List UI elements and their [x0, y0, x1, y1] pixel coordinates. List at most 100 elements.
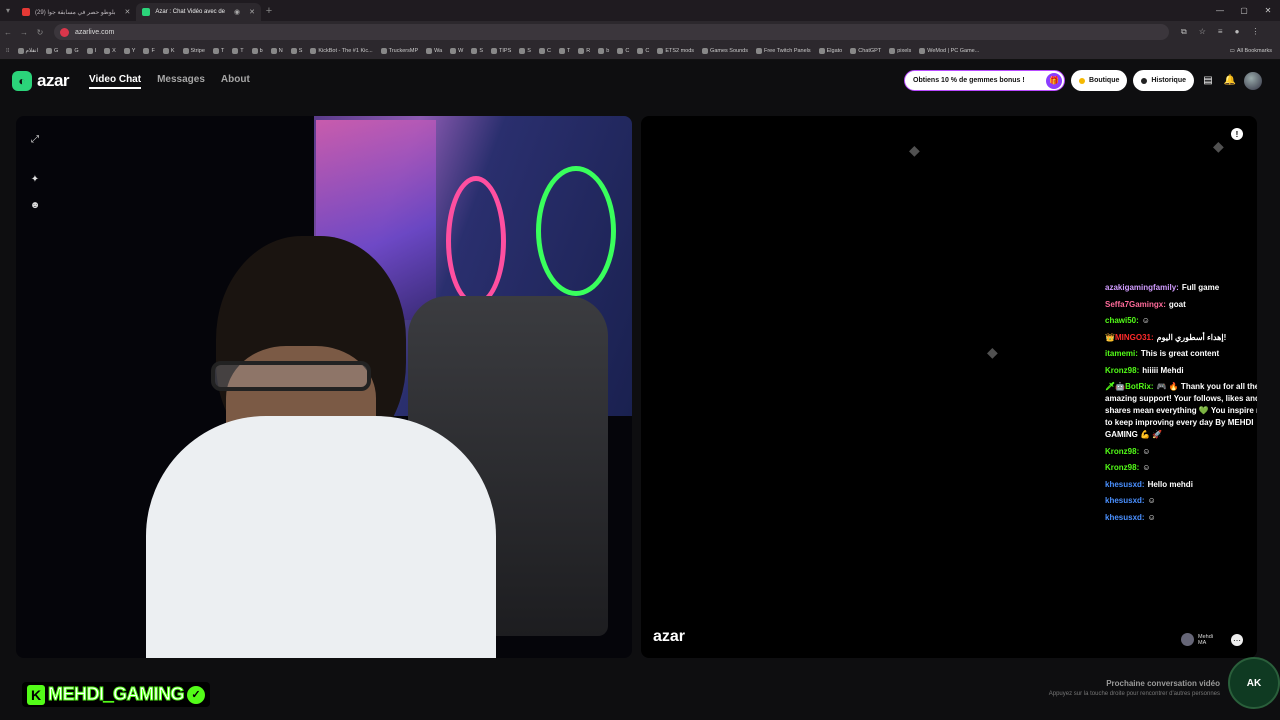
apps-icon[interactable]: ⁝⁝	[6, 48, 10, 54]
history-button[interactable]: Historique	[1133, 70, 1194, 91]
face-filter-icon[interactable]: ☻	[28, 198, 42, 212]
chat-text: ☺	[1141, 316, 1150, 325]
nav-messages[interactable]: Messages	[157, 74, 205, 89]
bookmark-item[interactable]: N	[270, 48, 283, 54]
bookmark-item[interactable]: F	[143, 48, 155, 54]
bookmark-item[interactable]: Games Sounds	[702, 48, 748, 54]
tab-list-icon[interactable]: ▾	[0, 6, 16, 15]
bookmark-item[interactable]: ChatGPT	[850, 48, 881, 54]
chat-username: khesusxd:	[1105, 512, 1145, 522]
report-icon[interactable]: !	[1231, 128, 1243, 140]
bookmark-item[interactable]: S	[290, 48, 302, 54]
bookmark-item[interactable]: T	[558, 48, 570, 54]
more-options-icon[interactable]: ⋯	[1231, 634, 1243, 646]
gift-icon: 🎁	[1046, 72, 1063, 89]
bell-icon[interactable]: 🔔	[1222, 73, 1238, 89]
bookmark-item[interactable]: C	[617, 48, 629, 54]
gems-promo-button[interactable]: Obtiens 10 % de gemmes bonus ! 🎁	[904, 70, 1066, 91]
bookmark-item[interactable]: b	[251, 48, 263, 54]
bookmark-item[interactable]: Stripe	[182, 48, 205, 54]
forward-icon[interactable]: →	[16, 28, 32, 37]
next-title: Prochaine conversation vidéo	[1106, 679, 1220, 688]
bookmark-item[interactable]: WeMod | PC Game...	[919, 48, 979, 54]
back-icon[interactable]: ←	[0, 28, 16, 37]
close-icon[interactable]: ✕	[249, 8, 255, 16]
site-header: ◐ azar Video Chat Messages About Obtiens…	[0, 60, 1280, 102]
bookmark-item[interactable]: S	[471, 48, 483, 54]
star-icon[interactable]: ☆	[1199, 27, 1206, 37]
bookmark-item[interactable]: X	[104, 48, 116, 54]
bookmark-favicon-icon	[212, 48, 219, 54]
bookmark-favicon-icon	[471, 48, 478, 54]
bookmark-item[interactable]: انقلام	[17, 48, 38, 54]
chat-text: Hello mehdi	[1147, 479, 1193, 489]
all-bookmarks[interactable]: ▭ All Bookmarks	[1230, 48, 1272, 54]
chat-message: chawi50: ☺	[1105, 315, 1257, 327]
minimize-icon[interactable]: —	[1208, 0, 1232, 21]
bookmark-favicon-icon	[162, 48, 169, 54]
bookmark-favicon-icon	[270, 48, 277, 54]
bookmark-item[interactable]: S	[519, 48, 531, 54]
chat-username: chawi50:	[1105, 316, 1139, 325]
new-tab-button[interactable]: +	[261, 5, 277, 17]
magic-wand-icon[interactable]: ✦	[28, 172, 42, 186]
next-conversation[interactable]: Prochaine conversation vidéo Appuyez sur…	[1049, 679, 1220, 697]
chat-username: Kronz98:	[1105, 446, 1140, 456]
chat-text: This is great content	[1140, 349, 1220, 358]
bookmark-item[interactable]: b	[598, 48, 609, 54]
bookmark-item[interactable]: Elgato	[818, 48, 842, 54]
bookmark-item[interactable]: W	[450, 48, 463, 54]
bookmark-favicon-icon	[46, 48, 53, 54]
tab-label: Azar : Chat Vidéo avec de	[155, 9, 226, 15]
user-avatar[interactable]	[1244, 71, 1262, 90]
bookmark-item[interactable]: T	[232, 48, 244, 54]
bookmark-favicon-icon	[491, 48, 498, 54]
bookmark-favicon-icon	[123, 48, 130, 54]
chat-message: khesusxd: ☺	[1105, 495, 1257, 507]
bookmark-item[interactable]: K	[162, 48, 175, 54]
close-icon[interactable]: ✕	[125, 8, 131, 16]
bookmark-item[interactable]: R	[578, 48, 590, 54]
nav-video-chat[interactable]: Video Chat	[89, 74, 142, 89]
bookmark-item[interactable]: G	[46, 48, 58, 54]
close-window-icon[interactable]: ✕	[1256, 0, 1280, 21]
url-field[interactable]: azarlive.com	[54, 24, 1169, 40]
bookmark-item[interactable]: C	[637, 48, 649, 54]
chat-message: azakigamingfamily: Full game	[1105, 282, 1257, 294]
bookmark-item[interactable]: Free Twitch Panels	[755, 48, 811, 54]
bookmark-item[interactable]: T	[212, 48, 224, 54]
neon-ring	[446, 176, 506, 306]
bookmark-favicon-icon	[637, 48, 644, 54]
bookmark-favicon-icon	[104, 48, 111, 54]
menu-icon[interactable]: ⋮	[1251, 27, 1259, 37]
bookmark-item[interactable]: TIPS	[491, 48, 511, 54]
inbox-icon[interactable]: ▤	[1200, 73, 1216, 89]
bookmark-item[interactable]: TruckersMP	[380, 48, 418, 54]
azar-logo[interactable]: ◐ azar	[12, 71, 70, 91]
reload-icon[interactable]: ↻	[32, 28, 48, 37]
profile-icon[interactable]: ●	[1235, 27, 1240, 37]
tab-youtube[interactable]: بلوطو حصر في مسابقة جوا (29) ✕	[16, 3, 136, 21]
extensions-icon[interactable]: ≡	[1218, 27, 1223, 37]
bookmark-item[interactable]: G	[66, 48, 79, 54]
bookmark-item[interactable]: ETS2 mods	[657, 48, 694, 54]
maximize-icon[interactable]: ▢	[1232, 0, 1256, 21]
bookmark-item[interactable]: Wa	[426, 48, 442, 54]
bookmark-item[interactable]: pixels	[889, 48, 911, 54]
bookmark-favicon-icon	[578, 48, 585, 54]
nav-about[interactable]: About	[221, 74, 250, 89]
tab-azar[interactable]: Azar : Chat Vidéo avec de ◉ ✕	[136, 3, 262, 21]
site-icon	[60, 27, 69, 37]
shop-button[interactable]: Boutique	[1071, 70, 1128, 91]
kick-icon: K	[27, 684, 45, 705]
bookmark-item[interactable]: I	[86, 48, 96, 54]
tab-audio-icon[interactable]: ◉	[234, 8, 240, 16]
peer-avatar	[1181, 633, 1195, 646]
clock-icon	[1141, 77, 1148, 84]
peer-info[interactable]: Mehdi MA	[1181, 633, 1213, 646]
bookmark-item[interactable]: Y	[123, 48, 135, 54]
bookmark-item[interactable]: C	[538, 48, 551, 54]
bookmark-item[interactable]: KickBot - The #1 Kic...	[310, 48, 373, 54]
install-icon[interactable]: ⧉	[1181, 27, 1187, 37]
expand-icon[interactable]: ⤢	[28, 132, 42, 146]
